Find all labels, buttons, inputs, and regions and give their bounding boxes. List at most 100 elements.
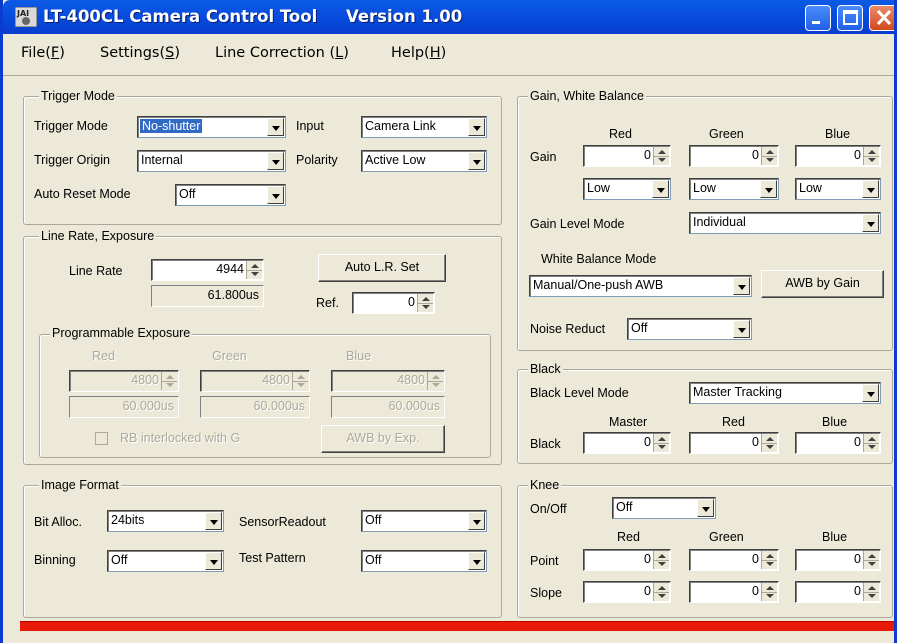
- spin-arrows-icon[interactable]: [653, 147, 669, 165]
- line-rate-time: 61.800us: [151, 285, 264, 307]
- auto-reset-select[interactable]: Off: [175, 184, 286, 206]
- wb-mode-value: Manual/One-push AWB: [533, 278, 664, 292]
- spin-arrows-icon[interactable]: [863, 434, 879, 452]
- trigger-mode-select[interactable]: No-shutter: [137, 116, 286, 138]
- chevron-down-icon[interactable]: [733, 320, 750, 338]
- menu-file[interactable]: File(F): [21, 45, 65, 61]
- test-pattern-select[interactable]: Off: [361, 550, 487, 572]
- polarity-select[interactable]: Active Low: [361, 150, 487, 172]
- chevron-down-icon[interactable]: [468, 118, 485, 136]
- bit-alloc-select[interactable]: 24bits: [107, 510, 224, 532]
- chevron-down-icon[interactable]: [697, 499, 714, 517]
- ref-value: 0: [408, 295, 415, 309]
- minimize-button[interactable]: [805, 5, 831, 31]
- title-bar[interactable]: JAI LT-400CL Camera Control Tool Version…: [3, 0, 894, 34]
- chevron-down-icon[interactable]: [267, 118, 284, 136]
- spin-arrows-icon[interactable]: [863, 551, 879, 569]
- trigger-origin-select[interactable]: Internal: [137, 150, 286, 172]
- binning-label: Binning: [34, 553, 76, 567]
- chevron-down-icon[interactable]: [205, 552, 222, 570]
- exp-blue-label: Blue: [346, 349, 372, 363]
- knee-onoff-select[interactable]: Off: [612, 497, 716, 519]
- knee-slope-blue-spinner[interactable]: 0: [795, 581, 881, 603]
- awb-by-gain-button[interactable]: AWB by Gain: [761, 270, 884, 298]
- binning-select[interactable]: Off: [107, 550, 224, 572]
- spin-arrows-icon[interactable]: [246, 261, 262, 279]
- gain-green-range-select[interactable]: Low: [689, 178, 779, 200]
- rb-interlock-checkbox[interactable]: [95, 432, 108, 445]
- input-select[interactable]: Camera Link: [361, 116, 487, 138]
- gain-red-spinner[interactable]: 0: [583, 145, 671, 167]
- chevron-down-icon[interactable]: [205, 512, 222, 530]
- rb-interlock-label: RB interlocked with G: [120, 431, 241, 445]
- exp-red-label: Red: [92, 349, 115, 363]
- sensor-readout-label: SensorReadout: [239, 515, 326, 529]
- auto-lr-set-button[interactable]: Auto L.R. Set: [318, 254, 446, 282]
- chevron-down-icon[interactable]: [468, 152, 485, 170]
- exp-red-spinner[interactable]: 4800: [69, 370, 179, 392]
- exp-green-spinner[interactable]: 4800: [200, 370, 310, 392]
- knee-point-red-spinner[interactable]: 0: [583, 549, 671, 571]
- close-button[interactable]: [869, 5, 894, 31]
- spin-arrows-icon[interactable]: [761, 434, 777, 452]
- chevron-down-icon[interactable]: [862, 214, 879, 232]
- knee-slope-green-spinner[interactable]: 0: [689, 581, 779, 603]
- spin-arrows-icon[interactable]: [761, 147, 777, 165]
- spin-arrows-icon[interactable]: [653, 434, 669, 452]
- knee-point-green-spinner[interactable]: 0: [689, 549, 779, 571]
- black-level-mode-select[interactable]: Master Tracking: [689, 382, 881, 404]
- chevron-down-icon[interactable]: [652, 180, 669, 198]
- wb-mode-label: White Balance Mode: [541, 252, 657, 266]
- knee-point-blue-spinner[interactable]: 0: [795, 549, 881, 571]
- chevron-down-icon[interactable]: [862, 384, 879, 402]
- gain-green-spinner[interactable]: 0: [689, 145, 779, 167]
- maximize-button[interactable]: [837, 5, 863, 31]
- black-master-spinner[interactable]: 0: [583, 432, 671, 454]
- chevron-down-icon[interactable]: [267, 152, 284, 170]
- sensor-readout-value: Off: [365, 513, 382, 527]
- spin-arrows-icon[interactable]: [417, 294, 433, 312]
- chevron-down-icon[interactable]: [733, 277, 750, 295]
- spin-arrows-icon[interactable]: [863, 583, 879, 601]
- input-value: Camera Link: [365, 119, 436, 133]
- gain-red-label: Red: [609, 127, 632, 141]
- black-red-spinner[interactable]: 0: [689, 432, 779, 454]
- chevron-down-icon[interactable]: [468, 552, 485, 570]
- programmable-exposure-title: Programmable Exposure: [50, 326, 193, 340]
- spin-arrows-icon[interactable]: [863, 147, 879, 165]
- polarity-label: Polarity: [296, 153, 338, 167]
- gain-level-mode-value: Individual: [693, 215, 746, 229]
- exp-blue-spinner[interactable]: 4800: [331, 370, 445, 392]
- spin-arrows-icon[interactable]: [427, 372, 443, 390]
- chevron-down-icon[interactable]: [267, 186, 284, 204]
- line-rate-spinner[interactable]: 4944: [151, 259, 264, 281]
- knee-slope-red-spinner[interactable]: 0: [583, 581, 671, 603]
- ref-spinner[interactable]: 0: [352, 292, 435, 314]
- test-pattern-value: Off: [365, 553, 382, 567]
- awb-by-exp-button[interactable]: AWB by Exp.: [321, 425, 445, 453]
- wb-mode-select[interactable]: Manual/One-push AWB: [529, 275, 752, 297]
- menu-help[interactable]: Help(H): [391, 45, 446, 61]
- spin-arrows-icon[interactable]: [161, 372, 177, 390]
- noise-reduct-select[interactable]: Off: [627, 318, 752, 340]
- sensor-readout-select[interactable]: Off: [361, 510, 487, 532]
- maximize-icon: [843, 10, 858, 25]
- spin-arrows-icon[interactable]: [653, 551, 669, 569]
- chevron-down-icon[interactable]: [760, 180, 777, 198]
- chevron-down-icon[interactable]: [862, 180, 879, 198]
- gain-red-range-select[interactable]: Low: [583, 178, 671, 200]
- gain-blue-range-select[interactable]: Low: [795, 178, 881, 200]
- chevron-down-icon[interactable]: [468, 512, 485, 530]
- gain-level-mode-select[interactable]: Individual: [689, 212, 881, 234]
- knee-slope-green-value: 0: [752, 584, 759, 598]
- spin-arrows-icon[interactable]: [292, 372, 308, 390]
- menu-line-correction[interactable]: Line Correction (L): [215, 45, 349, 61]
- black-blue-spinner[interactable]: 0: [795, 432, 881, 454]
- spin-arrows-icon[interactable]: [761, 583, 777, 601]
- gain-blue-spinner[interactable]: 0: [795, 145, 881, 167]
- app-logo-icon: JAI: [15, 7, 37, 27]
- spin-arrows-icon[interactable]: [761, 551, 777, 569]
- spin-arrows-icon[interactable]: [653, 583, 669, 601]
- gain-green-range-value: Low: [693, 181, 716, 195]
- menu-settings[interactable]: Settings(S): [100, 45, 180, 61]
